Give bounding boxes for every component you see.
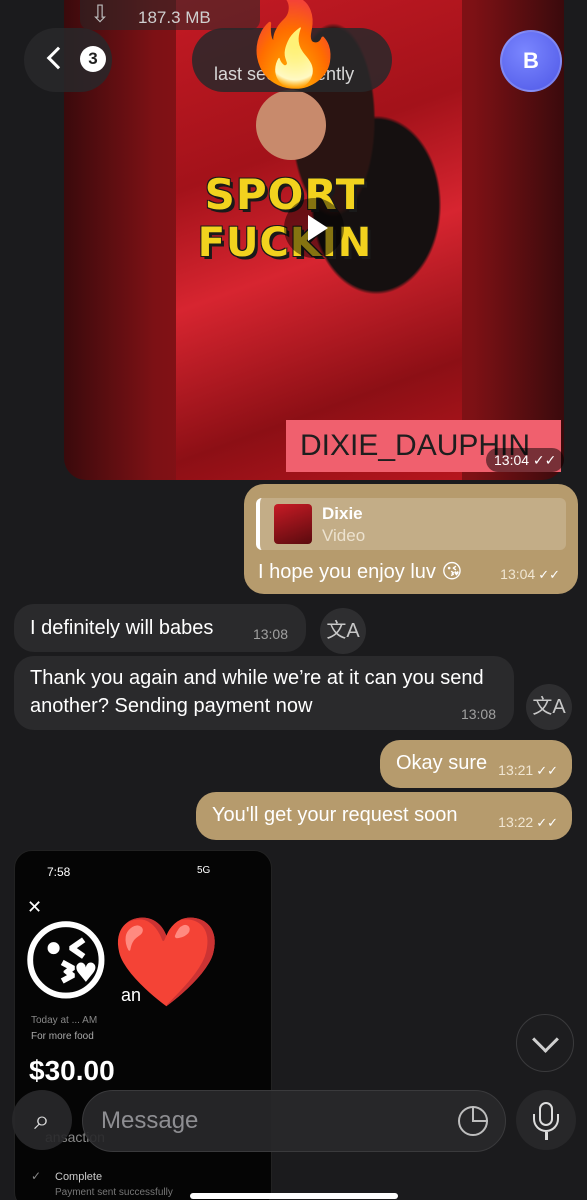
reply-sender: Dixie [322,504,363,523]
message-bubble-outgoing[interactable]: You'll get your request soon 13:22 ✓✓ [196,792,572,840]
message-text: I hope you enjoy luv 😘 [258,561,463,583]
screenshot-date: Today at ... AM [31,1015,98,1026]
microphone-button[interactable] [516,1090,576,1150]
screenshot-clock: 7:58 [47,865,71,879]
video-title-line1: SPORT [204,170,366,219]
message-bubble-incoming[interactable]: Thank you again and while we’re at it ca… [14,656,514,730]
kiss-emoji-sticker: 😘❤️ [20,910,222,1013]
message-bubble-outgoing[interactable]: Dixie Video I hope you enjoy luv 😘 13:04… [244,484,578,594]
read-ticks-icon: ✓✓ [538,567,560,582]
message-bubble-incoming[interactable]: I definitely will babes 13:08 [14,604,306,652]
fire-emoji-sticker: 🔥 [240,0,348,92]
screenshot-status-detail: Payment sent successfully [55,1187,173,1198]
message-text: You'll get your request soon [212,804,458,826]
read-ticks-icon: ✓✓ [536,763,558,778]
message-time: 13:21 [498,762,534,778]
scroll-down-button[interactable] [516,1014,574,1072]
screenshot-amount: $30.00 [29,1055,115,1086]
microphone-leg [545,1132,548,1140]
message-text: Thank you again and while we’re at it ca… [30,667,484,717]
translate-icon[interactable]: 文A [320,608,366,654]
reply-thumbnail [274,504,312,544]
message-time: 13:08 [252,626,288,642]
message-text: I definitely will babes [30,617,214,639]
reply-quote[interactable]: Dixie Video [256,498,566,550]
message-time: 13:22 [498,814,534,830]
checkmark-icon: ✓ [31,1169,42,1183]
download-size: 187.3 MB [138,8,211,27]
message-time: 13:04 [500,566,536,582]
sticker-icon[interactable] [458,1106,488,1136]
message-text: Okay sure [396,752,488,774]
message-bubble-outgoing[interactable]: Okay sure 13:21 ✓✓ [380,740,572,788]
home-indicator[interactable] [190,1193,398,1199]
avatar[interactable]: B [500,30,562,92]
chevron-left-icon [46,46,70,70]
reply-type: Video [322,526,366,545]
video-timestamp: 13:04 ✓✓ [486,448,565,472]
message-time: 13:08 [460,706,496,722]
screenshot-status: Complete [55,1171,103,1183]
screenshot-signal: 5G [197,865,211,876]
translate-icon[interactable]: 文A [526,684,572,730]
message-input[interactable] [82,1090,506,1152]
read-ticks-icon: ✓✓ [536,815,558,830]
play-icon[interactable] [284,198,344,258]
screenshot-note: For more food [31,1031,94,1042]
cloud-download-icon[interactable]: ⇩ [90,0,110,29]
back-button[interactable]: 3 [24,28,112,92]
unread-count-badge: 3 [80,46,106,72]
microphone-stand [533,1114,559,1132]
paperclip-icon[interactable]: ⌕ [12,1090,72,1150]
